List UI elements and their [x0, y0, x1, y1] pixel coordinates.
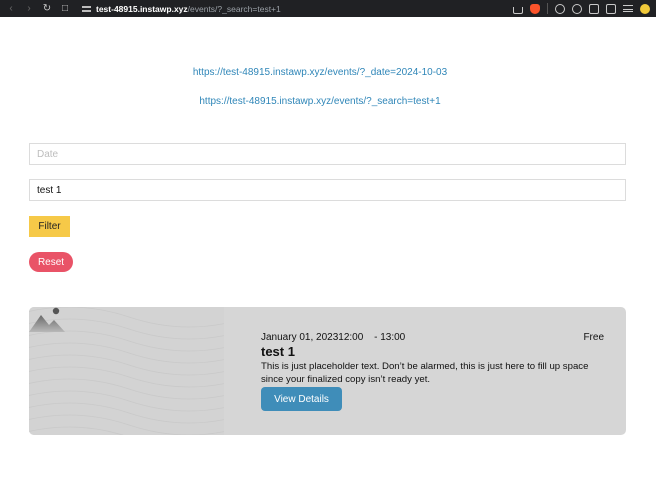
event-end-time: - 13:00 — [374, 332, 406, 343]
search-input[interactable] — [29, 179, 626, 201]
address-url[interactable]: test-48915.instawp.xyz/events/?_search=t… — [96, 4, 281, 14]
sidebar-icon[interactable] — [589, 3, 599, 14]
address-bar[interactable]: test-48915.instawp.xyz/events/?_search=t… — [82, 4, 281, 14]
reset-button[interactable]: Reset — [29, 252, 73, 272]
reload-icon[interactable]: ↻ — [42, 3, 52, 14]
toolbar-divider — [547, 3, 548, 14]
search-filter-link[interactable]: https://test-48915.instawp.xyz/events/?_… — [0, 96, 648, 107]
date-input[interactable] — [29, 143, 626, 165]
browser-actions — [513, 3, 650, 14]
event-title: test 1 — [261, 344, 295, 359]
filter-button[interactable]: Filter — [29, 216, 70, 237]
profile-avatar-icon[interactable] — [640, 3, 650, 14]
event-image — [29, 307, 224, 435]
brave-shield-icon[interactable] — [530, 3, 540, 14]
event-price: Free — [583, 332, 604, 343]
share-icon[interactable] — [513, 6, 523, 14]
event-description: This is just placeholder text. Don’t be … — [261, 361, 589, 385]
wallet-icon[interactable] — [606, 3, 616, 14]
browser-nav: ‹ › ↻ □ — [6, 3, 70, 14]
event-card: January 01, 202312:00 - 13:00 Free test … — [29, 307, 626, 435]
date-filter-link[interactable]: https://test-48915.instawp.xyz/events/?_… — [0, 67, 648, 78]
event-start-time: 12:00 — [338, 332, 364, 343]
image-placeholder-icon — [29, 307, 65, 332]
extension-icon[interactable] — [555, 3, 565, 14]
menu-icon[interactable] — [623, 5, 633, 12]
puzzle-icon[interactable] — [572, 3, 582, 14]
back-icon[interactable]: ‹ — [6, 3, 16, 14]
forward-icon[interactable]: › — [24, 3, 34, 14]
site-settings-icon[interactable] — [82, 4, 91, 13]
view-details-button[interactable]: View Details — [261, 387, 342, 411]
browser-toolbar: ‹ › ↻ □ test-48915.instawp.xyz/events/?_… — [0, 0, 656, 17]
event-details: January 01, 202312:00 - 13:00 Free test … — [261, 307, 604, 435]
event-date: January 01, 2023 — [261, 332, 339, 343]
bookmark-icon[interactable]: □ — [60, 3, 70, 14]
event-datetime: January 01, 202312:00 - 13:00 — [261, 332, 405, 343]
